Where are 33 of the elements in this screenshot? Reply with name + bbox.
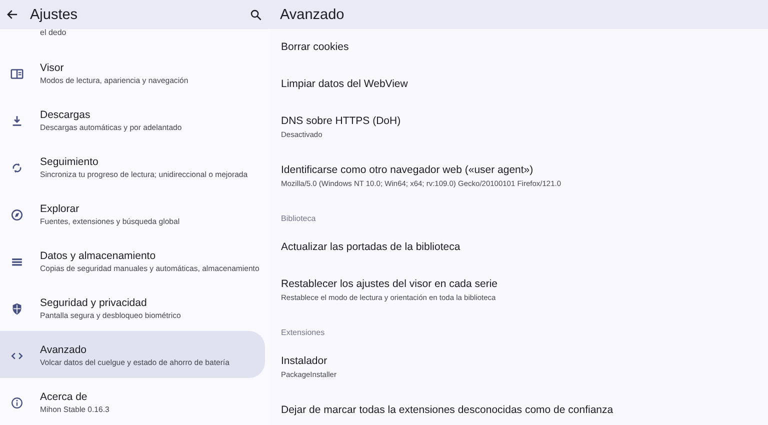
search-icon[interactable] [250, 8, 262, 20]
item-title: Descargas [40, 108, 92, 122]
item-title: DNS sobre HTTPS (DoH) [281, 115, 401, 128]
item-title: Acerca de [40, 390, 88, 404]
item-title: Seguridad y privacidad [40, 296, 148, 310]
shield-icon [10, 302, 24, 316]
item-subtitle: el dedo [40, 28, 66, 37]
section-header: Extensiones [281, 328, 325, 337]
preference-item[interactable]: Borrar cookies [270, 29, 768, 66]
item-title: Dejar de marcar todas la extensiones desconocidas como de confianza [281, 404, 614, 417]
item-title: Avanzado [40, 343, 88, 357]
item-title: Identificarse como otro navegador web («user agent») [281, 164, 534, 177]
back-icon[interactable] [6, 8, 19, 21]
page-title: Ajustes [30, 6, 79, 22]
item-title: Limpiar datos del WebView [281, 78, 408, 91]
section-header: Biblioteca [281, 214, 316, 223]
preference-item[interactable]: Dejar de marcar todas la extensiones desconocidas como de confianza [270, 392, 768, 425]
item-title: Seguimiento [40, 155, 100, 169]
item-title: Datos y almacenamiento [40, 249, 157, 263]
preference-item[interactable]: Actualizar las portadas de la biblioteca [270, 229, 768, 266]
item-title: Instalador [281, 355, 328, 368]
item-title: Restablecer los ajustes del visor en cada serie [281, 278, 498, 291]
preference-item[interactable]: Limpiar datos del WebView [270, 66, 768, 103]
reader-icon [10, 67, 24, 81]
page-title: Avanzado [280, 6, 344, 22]
compass-icon [10, 208, 24, 222]
sync-icon [10, 161, 24, 175]
item-title: Explorar [40, 202, 80, 216]
download-icon [10, 114, 24, 128]
info-icon [10, 396, 24, 410]
item-title: Borrar cookies [281, 41, 349, 54]
item-title: Actualizar las portadas de la biblioteca [281, 241, 460, 254]
item-title: Visor [40, 61, 65, 75]
